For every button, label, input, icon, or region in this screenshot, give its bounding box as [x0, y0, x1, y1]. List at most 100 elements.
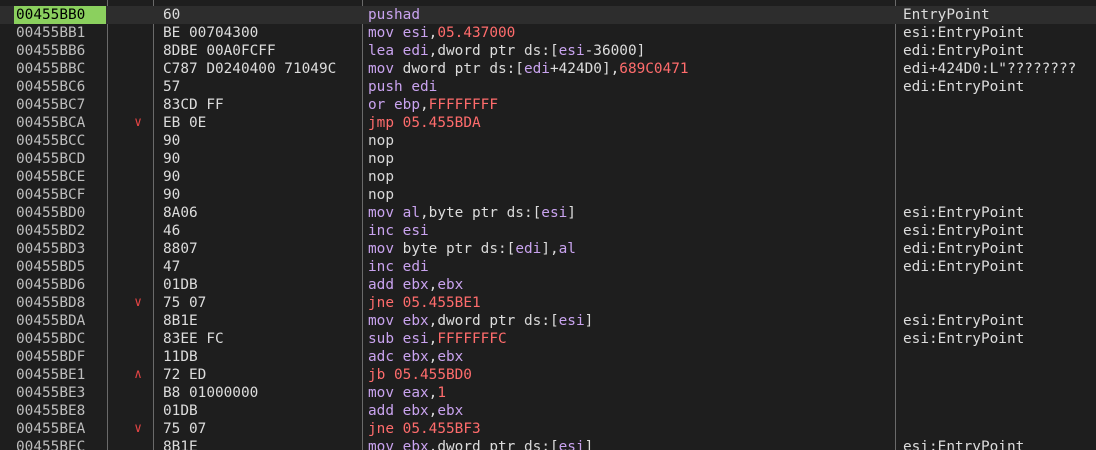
- disassembly-row[interactable]: 00455BE3 B8 01000000 mov eax,1: [0, 384, 1096, 402]
- instruction-cell[interactable]: mov byte ptr ds:[edi],al: [368, 240, 894, 258]
- mnemonic: mov: [368, 25, 394, 41]
- instruction-cell[interactable]: mov eax,1: [368, 384, 894, 402]
- address-cell[interactable]: 00455BCA: [14, 114, 106, 132]
- disassembly-row[interactable]: 00455BCA ∨ EB 0E jmp 05.455BDA: [0, 114, 1096, 132]
- disassembly-row[interactable]: 00455BCE 90 nop: [0, 168, 1096, 186]
- disassembly-row[interactable]: 00455BE8 01DB add ebx,ebx: [0, 402, 1096, 420]
- address-cell[interactable]: 00455BB1: [14, 24, 106, 42]
- disassembly-row[interactable]: 00455BC6 57 push edi edi:EntryPoint: [0, 78, 1096, 96]
- instruction-cell[interactable]: jmp 05.455BDA: [368, 114, 894, 132]
- jump-arrow-slot: [128, 6, 148, 24]
- instruction-cell[interactable]: jb 05.455BD0: [368, 366, 894, 384]
- instruction-cell[interactable]: push edi: [368, 78, 894, 96]
- instruction-cell[interactable]: jne 05.455BF3: [368, 420, 894, 438]
- address-cell[interactable]: 00455BE1: [14, 366, 106, 384]
- address-cell[interactable]: 00455BE8: [14, 402, 106, 420]
- mnemonic: mov: [368, 61, 394, 77]
- address-cell[interactable]: 00455BBC: [14, 60, 106, 78]
- instruction-cell[interactable]: mov ebx,dword ptr ds:[esi]: [368, 438, 894, 450]
- jump-down-arrow-icon[interactable]: ∨: [128, 420, 148, 438]
- instruction-cell[interactable]: mov dword ptr ds:[edi+424D0],689C0471: [368, 60, 894, 78]
- disassembly-row[interactable]: 00455BEA ∨ 75 07 jne 05.455BF3: [0, 420, 1096, 438]
- instruction-cell[interactable]: lea edi,dword ptr ds:[esi-36000]: [368, 42, 894, 60]
- instruction-cell[interactable]: jne 05.455BE1: [368, 294, 894, 312]
- address-cell[interactable]: 00455BC6: [14, 78, 106, 96]
- operand-token: edi: [515, 241, 542, 257]
- disassembly-row[interactable]: 00455BD2 46 inc esi esi:EntryPoint: [0, 222, 1096, 240]
- instruction-cell[interactable]: nop: [368, 132, 894, 150]
- address-cell[interactable]: 00455BD5: [14, 258, 106, 276]
- disassembly-row[interactable]: 00455BD8 ∨ 75 07 jne 05.455BE1: [0, 294, 1096, 312]
- bytes-cell: C787 D0240400 71049C: [163, 61, 337, 77]
- operand-token: edi: [523, 61, 550, 77]
- instruction-cell[interactable]: adc ebx,ebx: [368, 348, 894, 366]
- disassembly-row[interactable]: 00455BD0 8A06 mov al,byte ptr ds:[esi] esi:…: [0, 204, 1096, 222]
- disassembly-row[interactable]: 00455BBC C787 D0240400 71049C mov dword pt…: [0, 60, 1096, 78]
- jump-down-arrow-icon[interactable]: ∨: [128, 294, 148, 312]
- disassembly-row[interactable]: 00455BCD 90 nop: [0, 150, 1096, 168]
- address-cell[interactable]: 00455BCC: [14, 132, 106, 150]
- instruction-cell[interactable]: nop: [368, 168, 894, 186]
- address-cell[interactable]: 00455BDC: [14, 330, 106, 348]
- disassembly-row[interactable]: 00455BDA 8B1E mov ebx,dword ptr ds:[esi] es…: [0, 312, 1096, 330]
- disassembly-row[interactable]: 00455BB0 60 pushad EntryPoint: [0, 6, 1096, 24]
- address-cell[interactable]: 00455BB0: [14, 6, 106, 24]
- mnemonic: pushad: [368, 7, 420, 23]
- address-cell[interactable]: 00455BEC: [14, 438, 106, 450]
- address-cell[interactable]: 00455BDF: [14, 348, 106, 366]
- disassembly-row[interactable]: 00455BDC 83EE FC sub esi,FFFFFFFC esi:Entry…: [0, 330, 1096, 348]
- comment-cell: [903, 348, 1096, 366]
- instruction-cell[interactable]: nop: [368, 150, 894, 168]
- operand-token: :[: [541, 439, 559, 450]
- disassembly-row[interactable]: 00455BD5 47 inc edi edi:EntryPoint: [0, 258, 1096, 276]
- disassembly-row[interactable]: 00455BEC 8B1E mov ebx,dword ptr ds:[esi] es…: [0, 438, 1096, 450]
- bytes-cell: 57: [163, 79, 181, 95]
- operand-token: ebx: [437, 277, 464, 293]
- disassembly-row[interactable]: 00455BE1 ∧ 72 ED jb 05.455BD0: [0, 366, 1096, 384]
- jump-up-arrow-icon[interactable]: ∧: [128, 366, 148, 384]
- disassembly-row[interactable]: 00455BCF 90 nop: [0, 186, 1096, 204]
- disassembly-row[interactable]: 00455BDF 11DB adc ebx,ebx: [0, 348, 1096, 366]
- address-cell[interactable]: 00455BD2: [14, 222, 106, 240]
- disassembly-view[interactable]: 00455BB0 60 pushad EntryPoint 00455BB1 BE 007…: [0, 0, 1096, 450]
- disassembly-row[interactable]: 00455BB1 BE 00704300 mov esi,05.437000 esi:…: [0, 24, 1096, 42]
- instruction-cell[interactable]: mov esi,05.437000: [368, 24, 894, 42]
- mnemonic: jne: [368, 421, 394, 437]
- instruction-cell[interactable]: inc edi: [368, 258, 894, 276]
- address-cell[interactable]: 00455BC7: [14, 96, 106, 114]
- address-cell[interactable]: 00455BDA: [14, 312, 106, 330]
- disassembly-row[interactable]: 00455BCC 90 nop: [0, 132, 1096, 150]
- disassembly-row[interactable]: 00455BD3 8807 mov byte ptr ds:[edi],al edi:…: [0, 240, 1096, 258]
- address-cell[interactable]: 00455BD3: [14, 240, 106, 258]
- mnemonic: push: [368, 79, 403, 95]
- bytes-cell: 8807: [163, 241, 198, 257]
- instruction-cell[interactable]: add ebx,ebx: [368, 276, 894, 294]
- operand-token: ebx: [402, 349, 429, 365]
- instruction-cell[interactable]: mov ebx,dword ptr ds:[esi]: [368, 312, 894, 330]
- instruction-cell[interactable]: nop: [368, 186, 894, 204]
- bytes-cell: 46: [163, 223, 181, 239]
- address-cell[interactable]: 00455BD6: [14, 276, 106, 294]
- instruction-cell[interactable]: or ebp,FFFFFFFF: [368, 96, 894, 114]
- address-cell[interactable]: 00455BCD: [14, 150, 106, 168]
- instruction-cell[interactable]: inc esi: [368, 222, 894, 240]
- instruction-cell[interactable]: add ebx,ebx: [368, 402, 894, 420]
- bytes-cell: 11DB: [163, 349, 198, 365]
- address-cell[interactable]: 00455BB6: [14, 42, 106, 60]
- address-cell[interactable]: 00455BCF: [14, 186, 106, 204]
- disassembly-row[interactable]: 00455BC7 83CD FF or ebp,FFFFFFFF: [0, 96, 1096, 114]
- address-cell[interactable]: 00455BEA: [14, 420, 106, 438]
- address-cell[interactable]: 00455BE3: [14, 384, 106, 402]
- operand-token: esi: [402, 25, 429, 41]
- address-cell[interactable]: 00455BD0: [14, 204, 106, 222]
- jump-down-arrow-icon[interactable]: ∨: [128, 114, 148, 132]
- instruction-cell[interactable]: sub esi,FFFFFFFC: [368, 330, 894, 348]
- disassembly-row[interactable]: 00455BD6 01DB add ebx,ebx: [0, 276, 1096, 294]
- jump-arrow-slot: [128, 42, 148, 60]
- instruction-cell[interactable]: mov al,byte ptr ds:[esi]: [368, 204, 894, 222]
- comment-cell: esi:EntryPoint: [903, 331, 1025, 347]
- instruction-cell[interactable]: pushad: [368, 6, 894, 24]
- address-cell[interactable]: 00455BD8: [14, 294, 106, 312]
- disassembly-row[interactable]: 00455BB6 8DBE 00A0FCFF lea edi,dword ptr d…: [0, 42, 1096, 60]
- address-cell[interactable]: 00455BCE: [14, 168, 106, 186]
